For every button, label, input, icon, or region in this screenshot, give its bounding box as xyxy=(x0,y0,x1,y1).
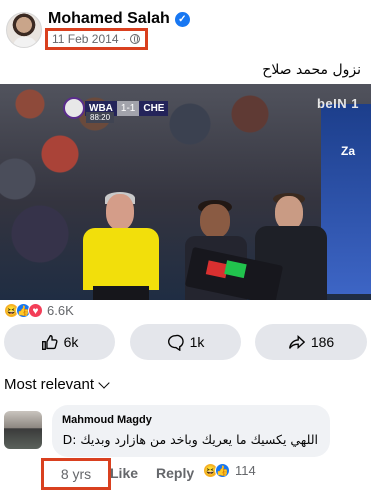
comment-button[interactable]: 1k xyxy=(130,324,241,360)
comment-like-button[interactable]: Like xyxy=(110,465,138,481)
globe-icon xyxy=(129,34,140,44)
referee-figure xyxy=(79,192,161,300)
post-header: Mohamed Salah ✓ 11 Feb 2014 · xyxy=(0,0,371,56)
like-count: 6k xyxy=(63,334,79,350)
post-date[interactable]: 11 Feb 2014 xyxy=(52,32,119,46)
broadcaster-logo: beIN 1 xyxy=(316,96,359,111)
comment-item: Mahmoud Magdy اللهي يكسيك ما يعريك وباخد… xyxy=(0,405,371,497)
comment-text: اللهي يكسيك ما يعريك وباخد من هازارد وبد… xyxy=(62,432,318,447)
comment-time[interactable]: 8 yrs xyxy=(61,466,91,482)
thumbs-up-icon xyxy=(41,334,58,350)
match-clock: 88:20 xyxy=(86,112,115,123)
chevron-down-icon xyxy=(98,376,110,389)
banner-text: Za xyxy=(341,144,356,158)
verified-badge-icon: ✓ xyxy=(174,11,190,27)
score: 1-1 xyxy=(116,100,140,116)
sort-label: Most relevant xyxy=(4,376,95,393)
like-icon: 👍 xyxy=(215,463,230,478)
away-team: CHE xyxy=(139,100,169,116)
author-name-row: Mohamed Salah ✓ xyxy=(48,10,190,28)
share-button[interactable]: 186 xyxy=(255,324,367,360)
post-actions: 6k 1k 186 xyxy=(0,324,371,360)
commenter-name[interactable]: Mahmoud Magdy xyxy=(62,414,152,426)
scoreboard: WBA 1-1 CHE xyxy=(63,97,169,119)
reaction-count: 6.6K xyxy=(47,302,74,318)
post-photo[interactable]: Za WBA 1-1 CHE 88:20 beIN 1 xyxy=(0,84,371,300)
author-avatar[interactable] xyxy=(6,12,42,48)
comment-bubble-icon xyxy=(167,334,184,351)
author-name[interactable]: Mohamed Salah xyxy=(48,10,170,28)
comment-reply-button[interactable]: Reply xyxy=(156,465,194,481)
date-separator: · xyxy=(122,33,126,45)
comment-reaction-count: 114 xyxy=(235,463,256,478)
comment-sort-dropdown[interactable]: Most relevant xyxy=(4,376,110,393)
comment-reactions[interactable]: 😆 👍 114 xyxy=(203,463,256,478)
share-arrow-icon xyxy=(288,334,305,349)
commenter-avatar[interactable] xyxy=(4,411,42,449)
post-date-highlight: 11 Feb 2014 · xyxy=(45,28,148,50)
comment-time-highlight: 8 yrs xyxy=(41,458,111,490)
league-logo-icon xyxy=(63,97,85,119)
post-caption: نزول محمد صلاح xyxy=(262,62,361,78)
share-count: 186 xyxy=(310,334,335,350)
comment-bubble: Mahmoud Magdy اللهي يكسيك ما يعريك وباخد… xyxy=(52,405,330,457)
stand-banner: Za xyxy=(321,104,371,294)
comment-count: 1k xyxy=(189,334,205,350)
like-button[interactable]: 6k xyxy=(4,324,115,360)
love-icon: ♥ xyxy=(28,302,43,318)
reaction-summary[interactable]: 😆 👍 ♥ 6.6K xyxy=(4,302,74,318)
